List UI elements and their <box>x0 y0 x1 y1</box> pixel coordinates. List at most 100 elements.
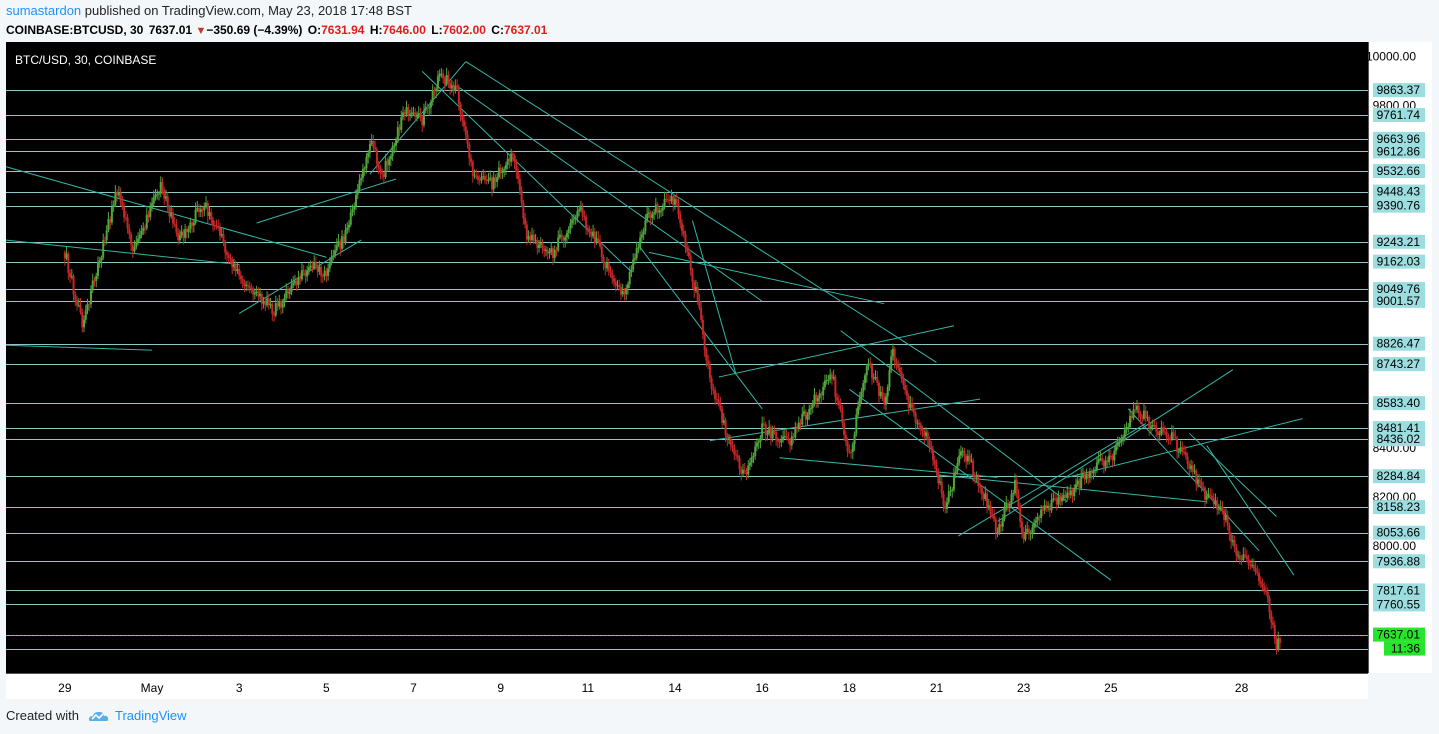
candle-body <box>787 437 790 441</box>
candle-body <box>543 248 546 252</box>
plot-background <box>6 42 1368 673</box>
candle-body <box>269 304 272 306</box>
candle-body <box>1169 438 1172 440</box>
candle-body <box>993 515 996 520</box>
candle-body <box>918 422 921 425</box>
symbol-ohlc-bar: COINBASE:BTCUSD, 30 7637.01 ▼−350.69 (−4… <box>6 21 547 40</box>
candle-body <box>888 370 891 388</box>
candle-body <box>1066 492 1069 499</box>
candle-body <box>904 384 907 391</box>
candle-body <box>74 294 77 301</box>
candle-body <box>1095 462 1098 470</box>
candle-body <box>361 168 364 178</box>
candle-body <box>1013 480 1016 494</box>
candle-body <box>1111 455 1114 461</box>
candle-body <box>775 431 778 440</box>
candle-body <box>349 212 352 225</box>
countdown-label: 11:36 <box>1391 642 1420 656</box>
candle-body <box>916 422 919 424</box>
candle-body <box>1193 470 1196 472</box>
candle-body <box>419 113 422 118</box>
candle-body <box>403 112 406 115</box>
author-link[interactable]: sumastardon <box>6 3 81 18</box>
candle-body <box>1233 540 1236 548</box>
current-price-label: 7637.01 <box>1377 628 1421 642</box>
candle-body <box>1268 597 1271 613</box>
candle-body <box>504 165 507 170</box>
candle-body <box>928 439 931 447</box>
candle-body <box>98 260 101 263</box>
candle-body <box>956 463 959 472</box>
candle-body <box>1017 494 1020 507</box>
candle-body <box>574 217 577 219</box>
level-price-label: 8743.27 <box>1377 357 1421 371</box>
candle-body <box>69 272 72 278</box>
candle-body <box>438 73 441 77</box>
candle-body <box>748 462 751 466</box>
candle-body <box>778 441 781 443</box>
candle-body <box>1195 470 1198 484</box>
candle-body <box>1174 436 1177 439</box>
candle-body <box>857 406 860 415</box>
time-tick-label: 3 <box>236 681 243 695</box>
tradingview-link[interactable]: TradingView <box>115 707 187 725</box>
candle-body <box>984 493 987 499</box>
candle-body <box>691 270 694 282</box>
candle-body <box>274 302 277 316</box>
candle-body <box>356 189 359 196</box>
candle-body <box>557 237 560 251</box>
time-tick-label: 21 <box>930 681 944 695</box>
candle-body <box>1040 509 1043 518</box>
candle-body <box>306 270 309 277</box>
candle-body <box>72 276 75 295</box>
candle-body <box>567 229 570 233</box>
candle-body <box>522 202 525 219</box>
candle-body <box>721 409 724 423</box>
candle-body <box>693 281 696 291</box>
candle-body <box>330 256 333 263</box>
candle-body <box>846 441 849 452</box>
candle-body <box>576 211 579 218</box>
candle-body <box>1104 460 1107 467</box>
candle-body <box>618 285 621 287</box>
candle-body <box>541 242 544 249</box>
candle-body <box>1158 433 1161 435</box>
candle-body <box>816 398 819 402</box>
time-axis[interactable] <box>6 673 1368 699</box>
candle-body <box>1076 480 1079 485</box>
candle-body <box>1223 510 1226 520</box>
candle-body <box>703 334 706 351</box>
candle-body <box>1202 487 1205 489</box>
candle-body <box>83 319 86 328</box>
candle-body <box>395 140 398 146</box>
candle-body <box>897 364 900 368</box>
candle-body <box>354 195 357 207</box>
candle-body <box>185 229 188 233</box>
candle-body <box>1130 415 1133 419</box>
candle-body <box>972 460 975 476</box>
candle-body <box>736 455 739 458</box>
candle-body <box>1094 469 1097 471</box>
candle-body <box>609 270 612 273</box>
candle-body <box>672 196 675 205</box>
time-tick-label: 18 <box>843 681 857 695</box>
candle-body <box>839 405 842 411</box>
candle-body <box>968 455 971 461</box>
candle-body <box>130 234 133 245</box>
candle-body <box>1078 480 1081 489</box>
candle-body <box>1003 509 1006 519</box>
candle-body <box>527 236 530 240</box>
candle-body <box>604 263 607 269</box>
candle-body <box>747 465 750 475</box>
candle-body <box>569 223 572 230</box>
candle-body <box>348 224 351 228</box>
high-value: 7646.00 <box>382 23 426 37</box>
candle-body <box>883 397 886 405</box>
candle-body <box>124 217 127 219</box>
candle-body <box>320 266 323 276</box>
candle-body <box>825 380 828 382</box>
candle-body <box>1038 516 1041 518</box>
candle-body <box>156 193 159 195</box>
price-chart[interactable]: 10000.009800.008400.008200.008000.00 29 M… <box>6 42 1432 699</box>
candle-body <box>750 457 753 463</box>
